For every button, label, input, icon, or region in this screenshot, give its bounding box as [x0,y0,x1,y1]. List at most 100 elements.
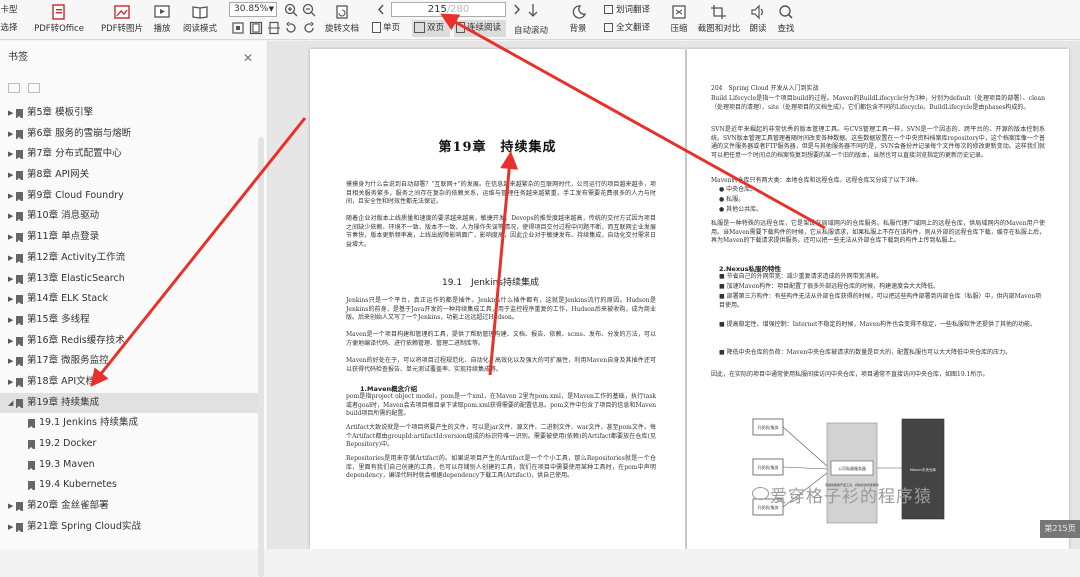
bookmark-label: 第7章 分布式配置中心 [27,148,122,160]
read-mode-label: 阅读模式 [182,24,217,34]
bookmark-chapter-item[interactable]: ▶ 第11章 单点登录 [0,227,262,248]
bookmark-label: 第16章 Redis缓存技术 [27,334,125,346]
bookmark-chapter-item[interactable]: ▶ 第13章 ElasticSearch [0,269,262,290]
page-number-input[interactable]: 215/280 [391,2,506,17]
expanded-toggle-icon[interactable]: ◢ [8,393,13,414]
collapsed-toggle-icon[interactable]: ▶ [8,165,13,186]
bookmark-chapter-item[interactable]: ▶ 第20章 金丝雀部署 [0,496,262,517]
bookmark-section-item[interactable]: 19.4 Kubernetes [0,475,262,496]
read-mode-button[interactable]: 阅读模式 [180,2,220,38]
bookmark-icon [16,109,23,118]
page-current: 215 [427,4,447,15]
bookmark-section-item[interactable]: 19.2 Docker [0,434,262,455]
bullet-icon: ■ [719,321,727,328]
full-translate-button[interactable]: 全文翻译 [604,21,662,35]
close-icon[interactable]: ✕ [243,51,253,65]
bookmark-chapter-item[interactable]: ▶ 第12章 Activity工作流 [0,248,262,269]
double-page-button[interactable]: 双页 [412,20,450,37]
lifecycle-paragraph: Build Lifecycle是指一个项目build的过程。Maven的Buil… [711,95,1045,111]
fit-width-icon[interactable] [267,21,281,35]
bookmark-icon [16,336,23,346]
bookmark-chapter-item[interactable]: ▶ 第17章 微服务监控 [0,351,262,372]
bookmark-label: 第18章 API文档 [27,375,96,387]
bookmark-chapter-item[interactable]: ▶ 第14章 ELK Stack [0,289,262,310]
collapsed-toggle-icon[interactable]: ▶ [8,351,13,372]
document-view[interactable]: 第19章 持续集成 摸摸身为什么会说到自动部署？"互联网+"的发展。在信息越来越… [268,41,1080,549]
bookmark-chapter-item[interactable]: ▶ 第6章 服务的雪崩与熔断 [0,124,262,145]
rotate-right-icon[interactable] [302,21,316,35]
bookmark-chapter-item[interactable]: ▶ 第8章 API网关 [0,165,262,186]
bookmark-chapter-item[interactable]: ▶ 第7章 分布式配置中心 [0,144,262,165]
find-button[interactable]: 查找 [774,2,798,38]
collapsed-toggle-icon[interactable]: ▶ [8,496,13,517]
nexus-feature-text: 节省自己的外网带宽：减少重复请求造成的外网带宽消耗。 [726,273,883,280]
bookmark-chapter-item[interactable]: ▶ 第21章 Spring Cloud实战 [0,517,262,538]
chevron-left-icon[interactable] [376,3,386,16]
collapsed-toggle-icon[interactable]: ▶ [8,227,13,248]
word-translate-button[interactable]: 划词翻译 [604,3,662,17]
bookmark-chapter-item[interactable]: ◢ 第19章 持续集成 [0,392,262,414]
bookmark-chapter-item[interactable]: ▶ 第9章 Cloud Foundry [0,186,262,207]
collapsed-toggle-icon[interactable]: ▶ [8,310,13,331]
expand-all-icon[interactable] [8,83,20,93]
collapsed-toggle-icon[interactable]: ▶ [8,103,13,124]
collapsed-toggle-icon[interactable]: ▶ [8,186,13,207]
read-aloud-button[interactable]: 朗读 [746,2,770,38]
bookmark-label: 第9章 Cloud Foundry [27,189,124,201]
collapsed-toggle-icon[interactable]: ▶ [8,248,13,269]
bookmark-chapter-item[interactable]: ▶ 第16章 Redis缓存技术 [0,331,262,352]
single-page-button[interactable]: 单页 [372,21,410,36]
zoom-select[interactable]: 30.85% ▼ [229,2,277,17]
screenshot-icon [711,5,726,19]
bookmark-panel: 书签 ✕ ▶ 第5章 模板引擎 ▶ 第6章 服务的雪崩与熔断 ▶ 第7章 分布式配置中心 ▶… [0,41,268,577]
rotate-document-button[interactable]: 旋转文档 [323,2,361,38]
collapsed-toggle-icon[interactable]: ▶ [8,206,13,227]
bookmark-icon [16,522,23,532]
collapsed-toggle-icon[interactable]: ▶ [8,331,13,352]
client-2-label: 开发机/服务 [757,464,778,470]
collapse-all-icon[interactable] [28,83,40,93]
view-mode-label-top: 卡型 [0,5,18,15]
toolbar: 卡型 选择 PDF转Office PDF转图片 播放 阅读模式 30.85% ▼… [0,0,1080,40]
bookmark-chapter-item[interactable]: ▶ 第10章 消息驱动 [0,206,262,227]
bookmark-label: 第13章 ElasticSearch [27,272,125,284]
bookmark-icon [28,481,35,491]
compress-button[interactable]: 压缩 [667,2,691,38]
pdf-to-image-button[interactable]: PDF转图片 [99,2,145,38]
rotate-left-icon[interactable] [284,21,298,35]
pdf-to-office-button[interactable]: PDF转Office [34,2,84,38]
continuous-read-button[interactable]: 连续阅读 [454,20,506,37]
bookmark-chapter-item[interactable]: ▶ 第18章 API文档 [0,372,262,393]
bookmark-label: 第20章 金丝雀部署 [27,500,109,512]
collapsed-toggle-icon[interactable]: ▶ [8,289,13,310]
nexus-feature-item: ■ 降低中央仓库的负荷：Maven中央仓库被请求的数量是巨大的，配置私服也可以大… [719,349,1045,358]
word-translate-label: 划词翻译 [616,5,651,15]
page-badge: 第215页 [1040,520,1080,538]
collapsed-toggle-icon[interactable]: ▶ [8,269,13,290]
collapsed-toggle-icon[interactable]: ▶ [8,144,13,165]
view-mode-button[interactable]: 卡型 选择 [0,2,18,38]
bookmark-chapter-item[interactable]: ▶ 第5章 模板引擎 [0,103,262,124]
bookmark-section-item[interactable]: 19.1 Jenkins 持续集成 [0,413,262,434]
actual-size-icon[interactable] [231,21,245,35]
intro-paragraph-1: 摸摸身为什么会说到自动部署？"互联网+"的发展。在信息越来越繁杂的互联网时代，公… [346,181,656,206]
play-icon [154,5,170,18]
collapsed-toggle-icon[interactable]: ▶ [8,124,13,145]
play-button[interactable]: 播放 [150,2,174,38]
bookmark-label: 19.3 Maven [39,458,95,470]
collapsed-toggle-icon[interactable]: ▶ [8,372,13,393]
bookmark-section-item[interactable]: 19.3 Maven [0,455,262,476]
zoom-out-icon[interactable] [302,3,316,17]
bookmark-label: 19.2 Docker [39,438,97,449]
bookmark-icon [16,357,23,367]
zoom-in-icon[interactable] [284,3,298,17]
sidebar-scrollbar[interactable] [258,137,264,577]
bookmark-chapter-item[interactable]: ▶ 第15章 多线程 [0,310,262,331]
bookmark-panel-title: 书签 [8,52,28,63]
screenshot-compare-button[interactable]: 截图和对比 [694,2,744,38]
background-button[interactable]: 背景 [566,2,590,38]
play-label: 播放 [153,24,171,34]
collapsed-toggle-icon[interactable]: ▶ [8,517,13,538]
repo-type-item: ● 中央仓库。 [719,186,756,195]
fit-page-icon[interactable] [249,21,263,35]
